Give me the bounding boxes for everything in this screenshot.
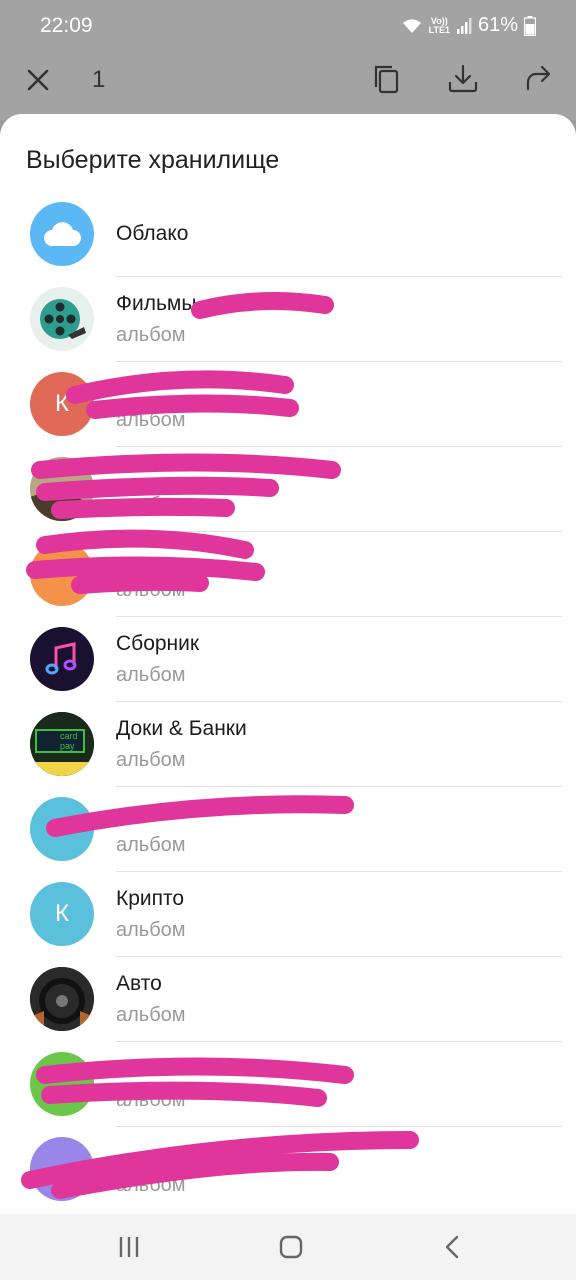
card-pay-logo-text: card xyxy=(60,731,78,741)
music-note-icon xyxy=(30,627,94,691)
storage-picker-sheet: Выберите хранилище Облако Фильмы альбом … xyxy=(0,114,576,1214)
item-subtitle: альбом xyxy=(116,919,186,941)
back-icon[interactable] xyxy=(438,1232,468,1262)
storage-item-cloud[interactable]: Облако xyxy=(0,192,576,277)
selection-toolbar: 1 xyxy=(0,40,576,120)
album-photo-avatar xyxy=(30,457,94,521)
status-time: 22:09 xyxy=(40,14,93,37)
avatar-letter: К xyxy=(30,882,94,946)
signal-icon xyxy=(456,17,472,34)
item-subtitle: альбом xyxy=(116,494,186,516)
storage-item-album[interactable]: альбом xyxy=(0,1127,576,1212)
storage-item-album[interactable]: альбом xyxy=(0,787,576,872)
item-subtitle: альбом xyxy=(116,1174,186,1196)
avatar-letter xyxy=(30,1137,94,1201)
close-icon[interactable] xyxy=(24,66,52,94)
storage-item-album[interactable]: альбом xyxy=(0,532,576,617)
storage-item-docs-banks[interactable]: card pay Доки & Банки альбом xyxy=(0,702,576,787)
share-icon[interactable] xyxy=(522,62,556,96)
storage-item-album[interactable]: альбом xyxy=(0,1042,576,1127)
item-subtitle: альбом xyxy=(116,834,186,856)
avatar-letter xyxy=(30,542,94,606)
film-reel-icon xyxy=(30,287,94,351)
storage-item-auto[interactable]: Авто альбом xyxy=(0,957,576,1042)
battery-percent: 61% xyxy=(477,14,518,36)
item-title: Фильмы xyxy=(116,292,197,315)
system-navigation-bar xyxy=(0,1214,576,1280)
storage-item-album[interactable]: К альбом xyxy=(0,362,576,447)
item-title: Сборник xyxy=(116,632,200,655)
card-pay-icon: card pay xyxy=(30,712,94,776)
avatar-letter xyxy=(30,1052,94,1116)
svg-text:pay: pay xyxy=(60,741,75,751)
item-title: Доки & Банки xyxy=(116,717,247,740)
cloud-icon xyxy=(30,202,94,266)
selection-count: 1 xyxy=(92,66,106,93)
status-indicators: Vo)) LTE1 61% xyxy=(401,14,536,37)
storage-item-crypto[interactable]: К Крипто альбом xyxy=(0,872,576,957)
item-subtitle: альбом xyxy=(116,749,186,771)
recent-apps-icon[interactable] xyxy=(114,1232,144,1262)
storage-item-collection[interactable]: Сборник альбом xyxy=(0,617,576,702)
item-title: Авто xyxy=(116,972,162,995)
avatar-letter: К xyxy=(30,372,94,436)
storage-item-films[interactable]: Фильмы альбом xyxy=(0,277,576,362)
copy-icon[interactable] xyxy=(370,62,404,96)
item-subtitle: альбом xyxy=(116,664,186,686)
item-title: Крипто xyxy=(116,887,185,910)
sheet-title: Выберите хранилище xyxy=(26,146,280,174)
item-subtitle: альбом xyxy=(116,1089,186,1111)
battery-icon xyxy=(524,15,536,36)
network-label: Vo)) LTE1 xyxy=(428,15,450,35)
item-subtitle: альбом xyxy=(116,1004,186,1026)
item-subtitle: альбом xyxy=(116,409,186,431)
item-subtitle: альбом xyxy=(116,579,186,601)
steering-wheel-icon xyxy=(30,967,94,1031)
avatar-letter xyxy=(30,797,94,861)
home-icon[interactable] xyxy=(276,1232,306,1262)
item-subtitle: альбом xyxy=(116,324,186,346)
storage-item-album[interactable]: альбом xyxy=(0,447,576,532)
wifi-icon xyxy=(402,18,421,33)
status-bar: 22:09 Vo)) LTE1 61% xyxy=(0,0,576,40)
item-title: Облако xyxy=(116,222,189,245)
download-icon[interactable] xyxy=(446,62,480,96)
